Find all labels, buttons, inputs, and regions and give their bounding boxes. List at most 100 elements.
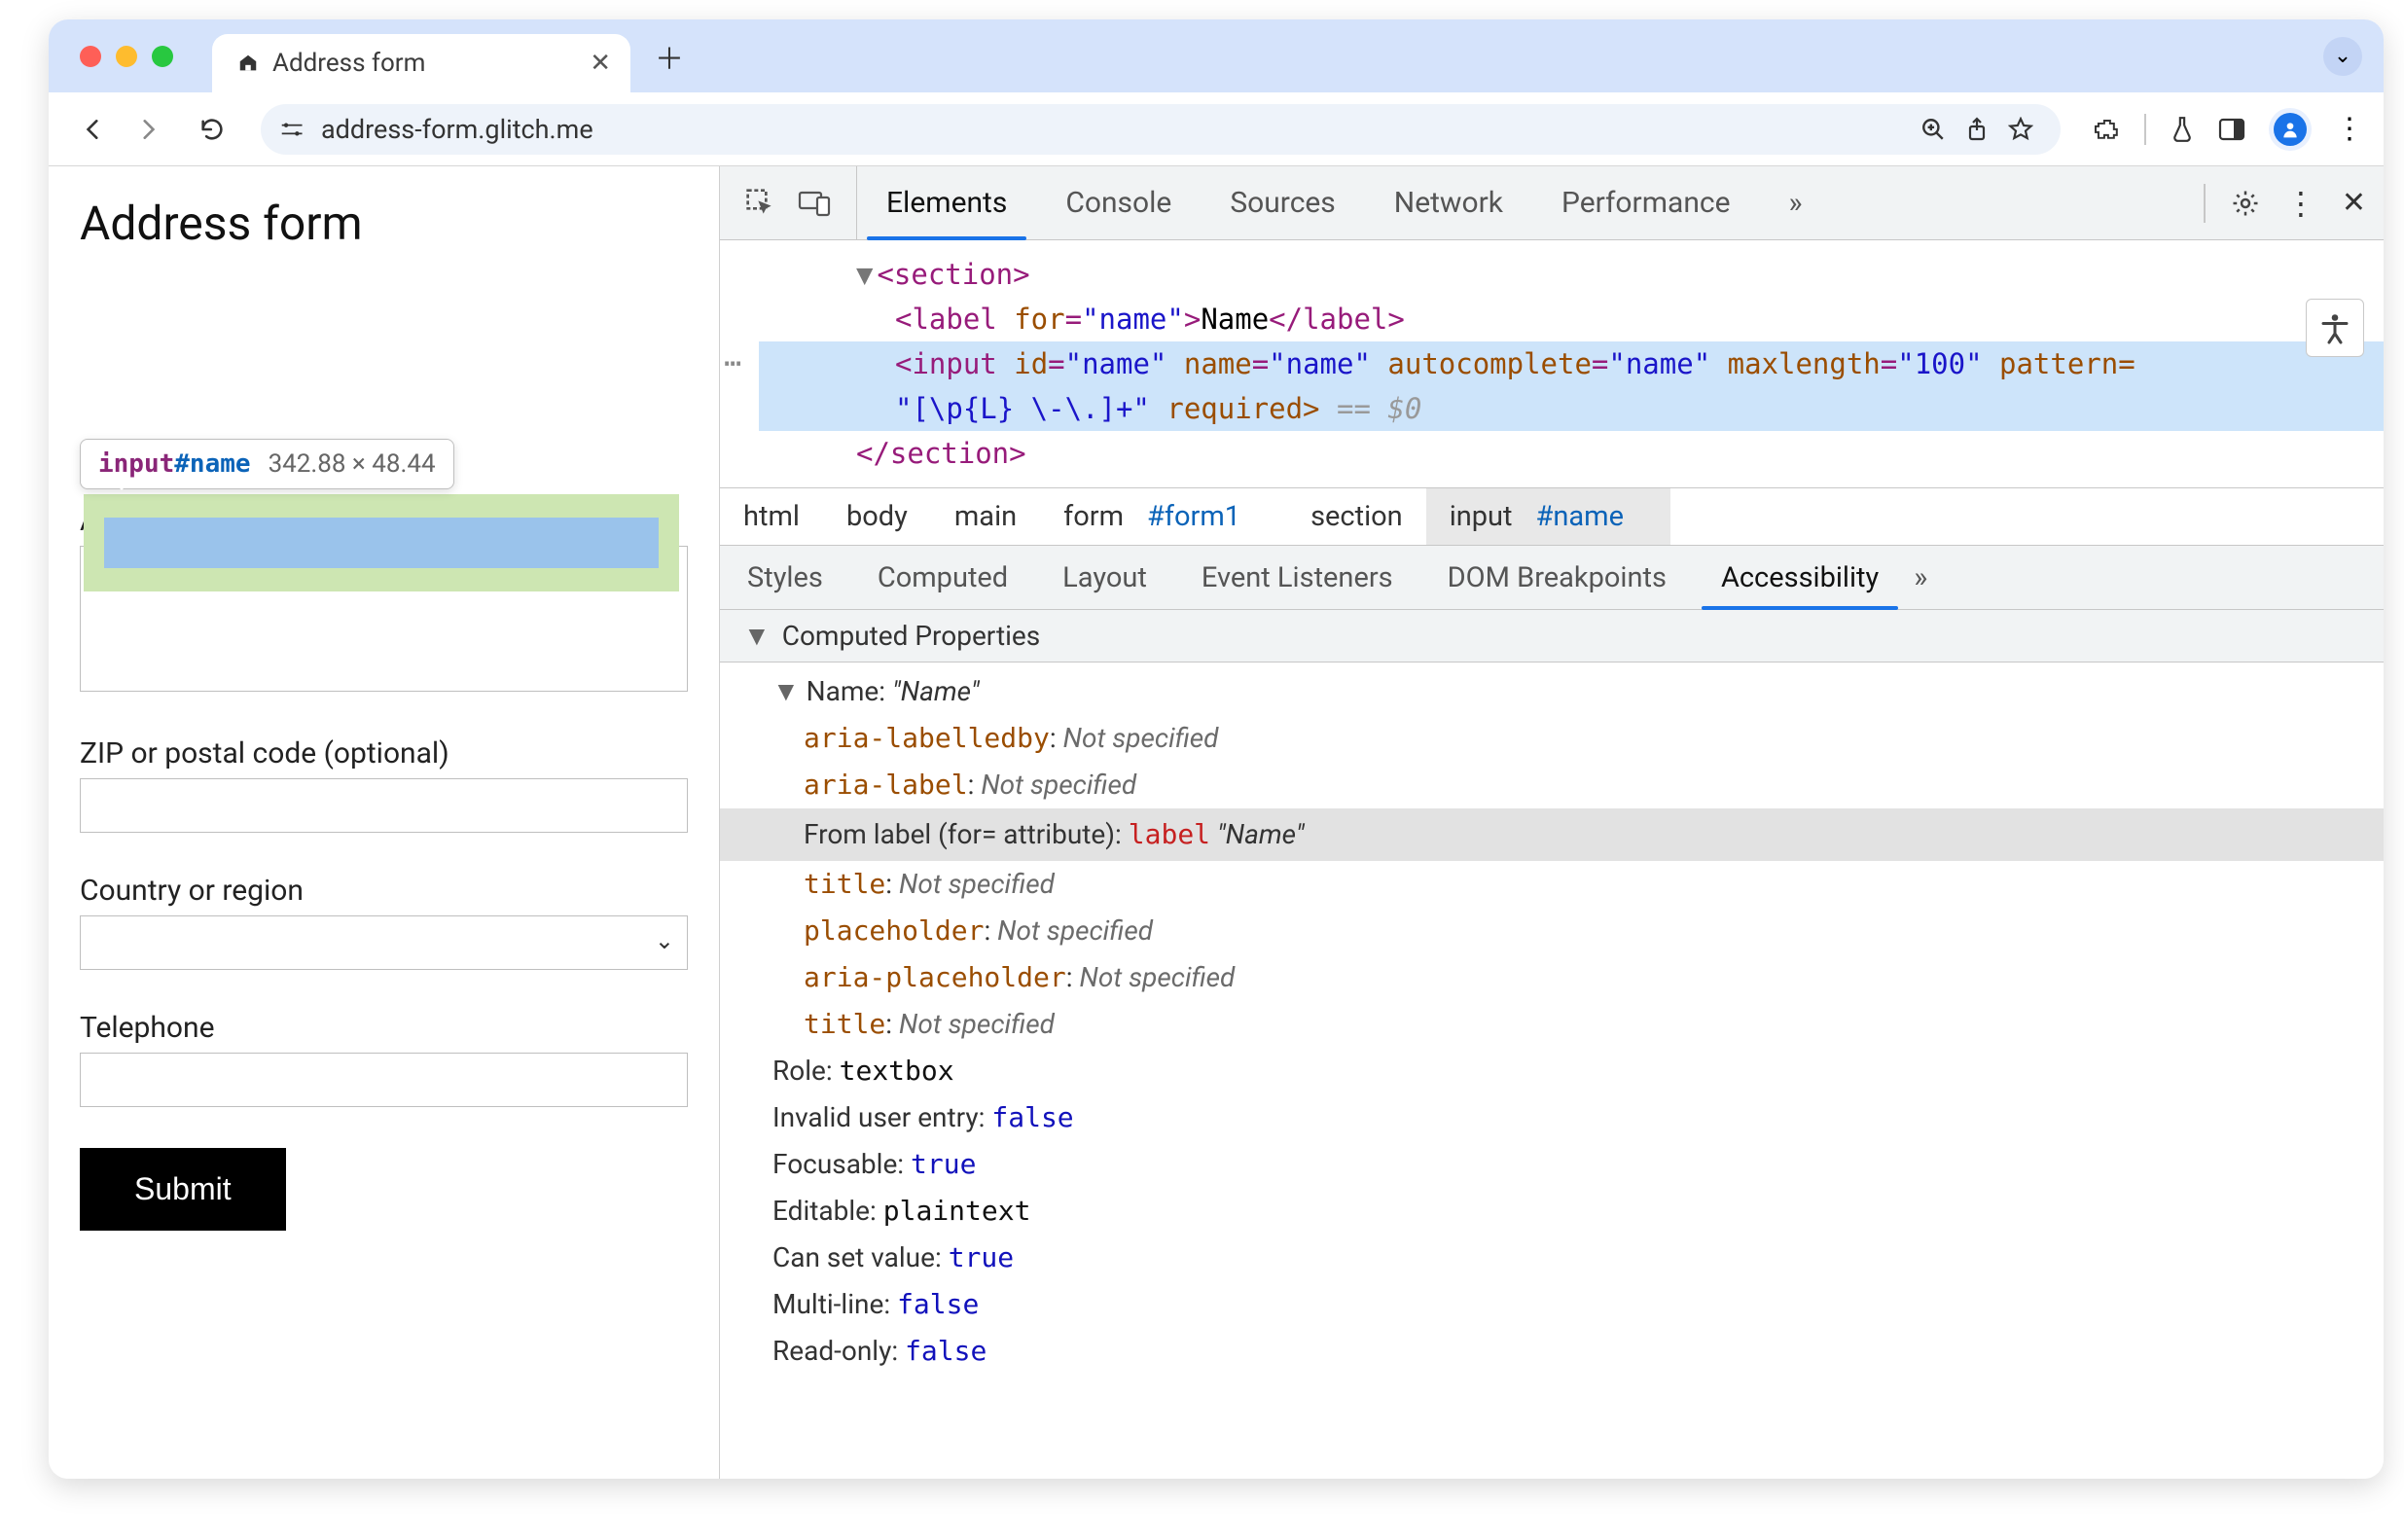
new-tab-button[interactable]: ＋ (650, 37, 689, 76)
tab-network[interactable]: Network (1365, 166, 1532, 239)
phone-label: Telephone (80, 1011, 688, 1045)
crumb-html[interactable]: html (720, 488, 823, 545)
a11y-property-row[interactable]: Multi-line: false (720, 1281, 2384, 1328)
url-text: address-form.glitch.me (321, 114, 593, 145)
selected-dom-node[interactable]: ⋯ <input id="name" name="name" autocompl… (759, 341, 2384, 431)
extensions-icon[interactable] (2094, 116, 2121, 143)
kebab-menu-icon[interactable]: ⋮ (2335, 112, 2366, 146)
close-devtools-icon[interactable]: ✕ (2342, 186, 2366, 220)
country-section: Country or region (80, 874, 688, 970)
browser-window: Address form ✕ ＋ ⌄ address-form.glitch.m… (49, 19, 2384, 1479)
device-toggle-icon[interactable] (798, 190, 831, 217)
separator (2204, 184, 2206, 223)
country-select[interactable] (80, 915, 688, 970)
submit-button[interactable]: Submit (80, 1148, 286, 1231)
tab-console[interactable]: Console (1036, 166, 1201, 239)
tab-sources[interactable]: Sources (1201, 166, 1364, 239)
zip-input[interactable] (80, 778, 688, 833)
element-tooltip: input#name 342.88 × 48.44 (80, 439, 454, 489)
zip-label: ZIP or postal code (optional) (80, 736, 688, 770)
a11y-property-row[interactable]: placeholder: Not specified (720, 908, 2384, 954)
reload-button[interactable] (191, 108, 233, 151)
subtab-dom-breakpoints[interactable]: DOM Breakpoints (1420, 546, 1694, 609)
a11y-property-row[interactable]: Editable: plaintext (720, 1188, 2384, 1235)
a11y-name-row[interactable]: ▼ Name: "Name" (720, 668, 2384, 715)
a11y-from-label-row[interactable]: From label (for= attribute): label "Name… (720, 808, 2384, 861)
settings-gear-icon[interactable] (2231, 189, 2260, 218)
profile-avatar[interactable] (2269, 108, 2312, 151)
forward-button[interactable] (126, 108, 169, 151)
omnibox-actions (1920, 117, 2033, 142)
a11y-property-row[interactable]: Read-only: false (720, 1328, 2384, 1375)
crumb-form[interactable]: form#form1 (1040, 488, 1287, 545)
zoom-icon[interactable] (1920, 117, 1946, 142)
tabs-dropdown-icon[interactable]: ⌄ (2323, 37, 2362, 76)
a11y-property-row[interactable]: Focusable: true (720, 1141, 2384, 1188)
site-settings-icon[interactable] (280, 119, 305, 140)
crumb-section[interactable]: section (1287, 488, 1426, 545)
phone-section: Telephone (80, 1011, 688, 1107)
close-tab-icon[interactable]: ✕ (590, 49, 611, 78)
devtools-tabs: Elements Console Sources Network Perform… (720, 166, 2384, 240)
element-highlight-content (104, 518, 659, 568)
subtab-event-listeners[interactable]: Event Listeners (1174, 546, 1420, 609)
subtab-layout[interactable]: Layout (1035, 546, 1174, 609)
subtab-computed[interactable]: Computed (850, 546, 1035, 609)
rendered-page: Address form input#name 342.88 × 48.44 A… (49, 166, 720, 1479)
crumb-body[interactable]: body (823, 488, 931, 545)
avatar-icon (2274, 113, 2307, 146)
window-controls (80, 46, 173, 67)
back-button[interactable] (72, 108, 115, 151)
a11y-property-row[interactable]: aria-label: Not specified (720, 762, 2384, 808)
tab-elements[interactable]: Elements (857, 166, 1036, 239)
a11y-header-label: Computed Properties (782, 620, 1041, 652)
country-label: Country or region (80, 874, 688, 908)
favicon-icon (237, 53, 259, 74)
separator (2144, 114, 2146, 145)
toolbar: address-form.glitch.me (49, 92, 2384, 166)
share-icon[interactable] (1965, 117, 1989, 142)
subtab-accessibility[interactable]: Accessibility (1694, 546, 1906, 609)
crumb-input[interactable]: input#name (1426, 488, 1670, 545)
a11y-property-row[interactable]: Can set value: true (720, 1235, 2384, 1281)
a11y-property-row[interactable]: aria-labelledby: Not specified (720, 715, 2384, 762)
minimize-window-icon[interactable] (116, 46, 137, 67)
tabs-overflow-icon[interactable]: » (1760, 166, 1832, 239)
disclosure-triangle-icon[interactable]: ▼ (743, 620, 771, 652)
page-title: Address form (80, 196, 688, 251)
tab-title: Address form (272, 49, 425, 78)
phone-input[interactable] (80, 1053, 688, 1107)
bookmark-star-icon[interactable] (2008, 117, 2033, 142)
tab-strip: Address form ✕ ＋ ⌄ (49, 19, 2384, 92)
a11y-property-row[interactable]: title: Not specified (720, 861, 2384, 908)
devtools-panel: Elements Console Sources Network Perform… (720, 166, 2384, 1479)
close-window-icon[interactable] (80, 46, 101, 67)
elements-subtabs: Styles Computed Layout Event Listeners D… (720, 546, 2384, 610)
tooltip-dimensions: 342.88 × 48.44 (269, 449, 436, 479)
side-panel-icon[interactable] (2218, 118, 2245, 141)
a11y-property-row[interactable]: Invalid user entry: false (720, 1094, 2384, 1141)
element-highlight-overlay (84, 494, 679, 591)
crumb-main[interactable]: main (931, 488, 1040, 545)
labs-icon[interactable] (2170, 116, 2195, 143)
fullscreen-window-icon[interactable] (152, 46, 173, 67)
a11y-property-row[interactable]: Role: textbox (720, 1048, 2384, 1094)
inspect-icon[interactable] (745, 188, 776, 219)
tooltip-selector: input#name (98, 449, 251, 479)
zip-section: ZIP or postal code (optional) (80, 736, 688, 833)
a11y-property-row[interactable]: title: Not specified (720, 1001, 2384, 1048)
accessibility-badge-icon[interactable] (2306, 299, 2364, 357)
more-menu-icon[interactable]: ⋮ (2285, 185, 2316, 222)
a11y-computed-properties: ▼ Name: "Name" aria-labelledby: Not spec… (720, 663, 2384, 1380)
dom-breadcrumb[interactable]: html body main form#form1 section input#… (720, 488, 2384, 546)
ellipsis-icon[interactable]: ⋯ (724, 341, 741, 386)
address-bar[interactable]: address-form.glitch.me (261, 104, 2061, 155)
subtabs-overflow-icon[interactable]: » (1914, 560, 1927, 594)
tab-performance[interactable]: Performance (1532, 166, 1760, 239)
a11y-property-row[interactable]: aria-placeholder: Not specified (720, 954, 2384, 1001)
chrome-actions: ⋮ (2094, 108, 2366, 151)
subtab-styles[interactable]: Styles (720, 546, 850, 609)
browser-tab[interactable]: Address form ✕ (212, 34, 630, 92)
a11y-section-header[interactable]: ▼ Computed Properties (720, 610, 2384, 663)
dom-tree[interactable]: ▼<section> <label for="name">Name</label… (720, 240, 2384, 488)
